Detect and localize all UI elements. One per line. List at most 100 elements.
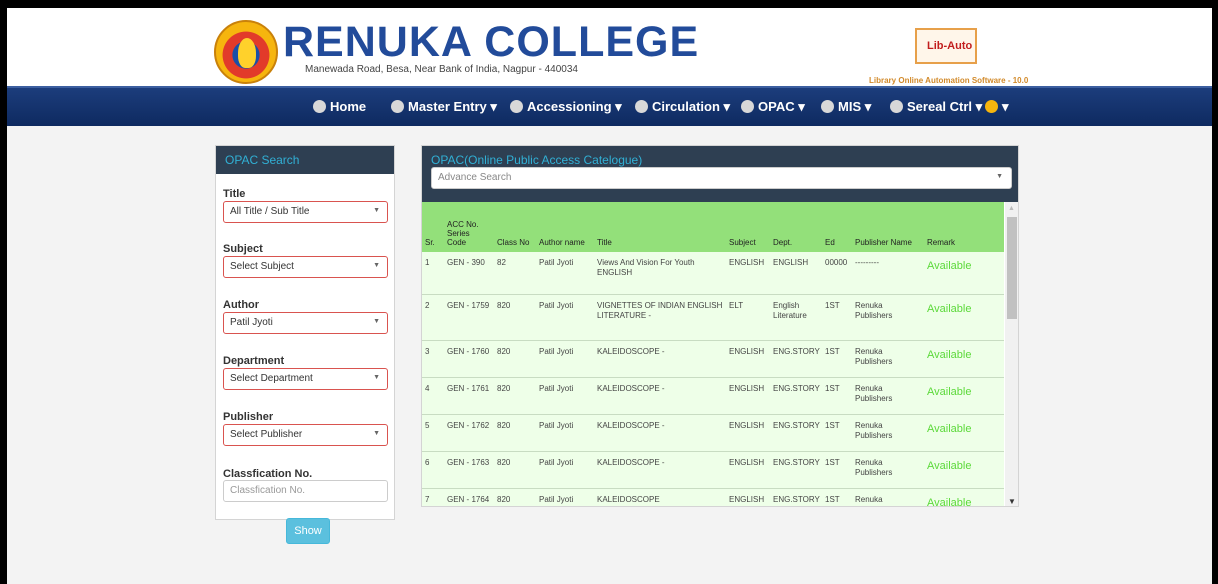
nav-master-entry[interactable]: Master Entry ▾ xyxy=(391,99,497,115)
nav-home[interactable]: Home xyxy=(313,99,366,114)
table-row[interactable]: 4 GEN - 1761 820 Patil Jyoti KALEIDOSCOPE - E… xyxy=(422,377,1004,414)
author-label: Author xyxy=(223,299,260,311)
table-cell: ENGLISH xyxy=(729,494,765,504)
classification-input[interactable]: Classfication No. xyxy=(223,480,388,502)
table-cell: 820 xyxy=(497,346,511,356)
table-cell: Patil Jyoti xyxy=(539,383,574,393)
table-cell: ENG.STORY xyxy=(773,420,820,430)
libauto-logo: Lib-Auto xyxy=(915,28,977,64)
table-cell: Patil Jyoti xyxy=(539,258,574,267)
libauto-label: Lib-Auto xyxy=(927,40,973,52)
remark-cell: Available xyxy=(927,422,972,435)
table-cell: 5 xyxy=(425,420,430,430)
results-panel-title: OPAC(Online Public Access Catelogue) xyxy=(431,153,643,167)
advance-search-select[interactable]: Advance Search ▼ xyxy=(431,167,1012,189)
table-cell: 6 xyxy=(425,457,430,467)
table-cell: 1ST xyxy=(825,494,840,504)
publisher-select[interactable]: Select Publisher ▼ xyxy=(223,424,388,446)
table-cell: 1ST xyxy=(825,346,840,356)
edit-icon xyxy=(391,100,404,113)
table-row[interactable]: 7 GEN - 1764 820 Patil Jyoti KALEIDOSCOPE ENG… xyxy=(422,488,1004,506)
table-cell: KALEIDOSCOPE - xyxy=(597,457,665,467)
table-scrollbar[interactable]: ▲ ▼ xyxy=(1005,202,1018,506)
table-cell: 820 xyxy=(497,300,511,310)
table-cell: ENG.STORY xyxy=(773,346,820,356)
table-row[interactable]: 2 GEN - 1759 820 Patil Jyoti VIGNETTES OF IN… xyxy=(422,294,1004,340)
list-icon xyxy=(510,100,523,113)
table-cell: GEN - 390 xyxy=(447,258,485,267)
college-logo xyxy=(214,20,278,84)
col-header: Dept. xyxy=(773,238,793,247)
table-cell: ENGLISH xyxy=(773,258,809,267)
table-cell: Renuka Publishers xyxy=(855,420,893,440)
table-cell: ENGLISH xyxy=(729,383,765,393)
opac-search-panel: OPAC Search Title All Title / Sub Title ▼… xyxy=(215,145,395,520)
subject-select[interactable]: Select Subject ▼ xyxy=(223,256,388,278)
table-row[interactable]: 3 GEN - 1760 820 Patil Jyoti KALEIDOSCOPE - E… xyxy=(422,340,1004,377)
table-cell: 1ST xyxy=(825,457,840,467)
table-cell: 820 xyxy=(497,494,511,504)
list-icon xyxy=(741,100,754,113)
remark-cell: Available xyxy=(927,348,972,361)
table-cell: 1 xyxy=(425,258,430,267)
table-cell: Patil Jyoti xyxy=(539,494,574,504)
scroll-down-icon[interactable]: ▼ xyxy=(1008,497,1016,506)
show-button[interactable]: Show xyxy=(286,518,330,544)
col-header: ACC No. Series Code xyxy=(447,220,479,247)
table-cell: 1ST xyxy=(825,383,840,393)
col-header: Ed xyxy=(825,238,835,247)
home-icon xyxy=(313,100,326,113)
col-header: Publisher Name xyxy=(855,238,912,247)
nav-user-menu[interactable]: ▾ xyxy=(985,99,1009,115)
table-cell: 82 xyxy=(497,258,506,267)
col-header: Subject xyxy=(729,238,756,247)
site-header: RENUKA COLLEGE Manewada Road, Besa, Near… xyxy=(7,8,1212,86)
classification-label: Classfication No. xyxy=(223,468,313,480)
table-cell: 3 xyxy=(425,346,430,356)
table-cell: GEN - 1763 xyxy=(447,457,490,467)
table-cell: Patil Jyoti xyxy=(539,420,574,430)
table-cell: GEN - 1760 xyxy=(447,346,490,356)
col-header: Author name xyxy=(539,238,585,247)
scroll-up-icon[interactable]: ▲ xyxy=(1008,205,1015,212)
remark-cell: Available xyxy=(927,385,972,398)
table-cell: VIGNETTES OF INDIAN ENGLISH LITERATURE - xyxy=(597,300,723,320)
col-header: Title xyxy=(597,238,612,247)
remark-cell: Available xyxy=(927,302,972,315)
nav-sereal-ctrl[interactable]: Sereal Ctrl ▾ xyxy=(890,99,982,115)
search-panel-title: OPAC Search xyxy=(216,146,394,174)
results-panel-header: OPAC(Online Public Access Catelogue) Adv… xyxy=(422,146,1018,202)
table-cell: ENGLISH xyxy=(729,258,765,267)
results-table-container: Sr. ACC No. Series Code Class No Author … xyxy=(422,202,1004,506)
libauto-tagline: Library Online Automation Software - 10.… xyxy=(869,76,1029,85)
table-cell: KALEIDOSCOPE - xyxy=(597,420,665,430)
table-cell: English Literature xyxy=(773,300,807,320)
table-cell: 2 xyxy=(425,300,430,310)
nav-accessioning[interactable]: Accessioning ▾ xyxy=(510,99,622,115)
table-cell: 820 xyxy=(497,383,511,393)
table-row[interactable]: 6 GEN - 1763 820 Patil Jyoti KALEIDOSCOPE - E… xyxy=(422,451,1004,488)
table-row[interactable]: 1 GEN - 390 82 Patil Jyoti Views And Vision … xyxy=(422,252,1004,294)
table-cell: Renuka Publishers xyxy=(855,346,893,366)
table-header-row: Sr. ACC No. Series Code Class No Author … xyxy=(422,202,1004,252)
table-cell: KALEIDOSCOPE - xyxy=(597,383,665,393)
nav-mis[interactable]: MIS ▾ xyxy=(821,99,871,115)
list-icon xyxy=(890,100,903,113)
table-cell: ENGLISH xyxy=(729,420,765,430)
table-cell: Renuka Publishers xyxy=(855,457,893,477)
author-select[interactable]: Patil Jyoti ▼ xyxy=(223,312,388,334)
table-cell: GEN - 1759 xyxy=(447,300,490,310)
nav-circulation[interactable]: Circulation ▾ xyxy=(635,99,730,115)
main-navbar: Home Master Entry ▾ Accessioning ▾ Circu… xyxy=(7,86,1212,126)
user-avatar-icon xyxy=(985,100,998,113)
table-cell: 1ST xyxy=(825,420,840,430)
table-row[interactable]: 5 GEN - 1762 820 Patil Jyoti KALEIDOSCOPE - E… xyxy=(422,414,1004,451)
nav-opac[interactable]: OPAC ▾ xyxy=(741,99,805,115)
subject-label: Subject xyxy=(223,243,263,255)
table-cell: ELT xyxy=(729,300,744,310)
scrollbar-thumb[interactable] xyxy=(1007,217,1017,319)
col-header: Remark xyxy=(927,238,956,247)
college-name: RENUKA COLLEGE xyxy=(283,18,700,66)
title-select[interactable]: All Title / Sub Title ▼ xyxy=(223,201,388,223)
department-select[interactable]: Select Department ▼ xyxy=(223,368,388,390)
